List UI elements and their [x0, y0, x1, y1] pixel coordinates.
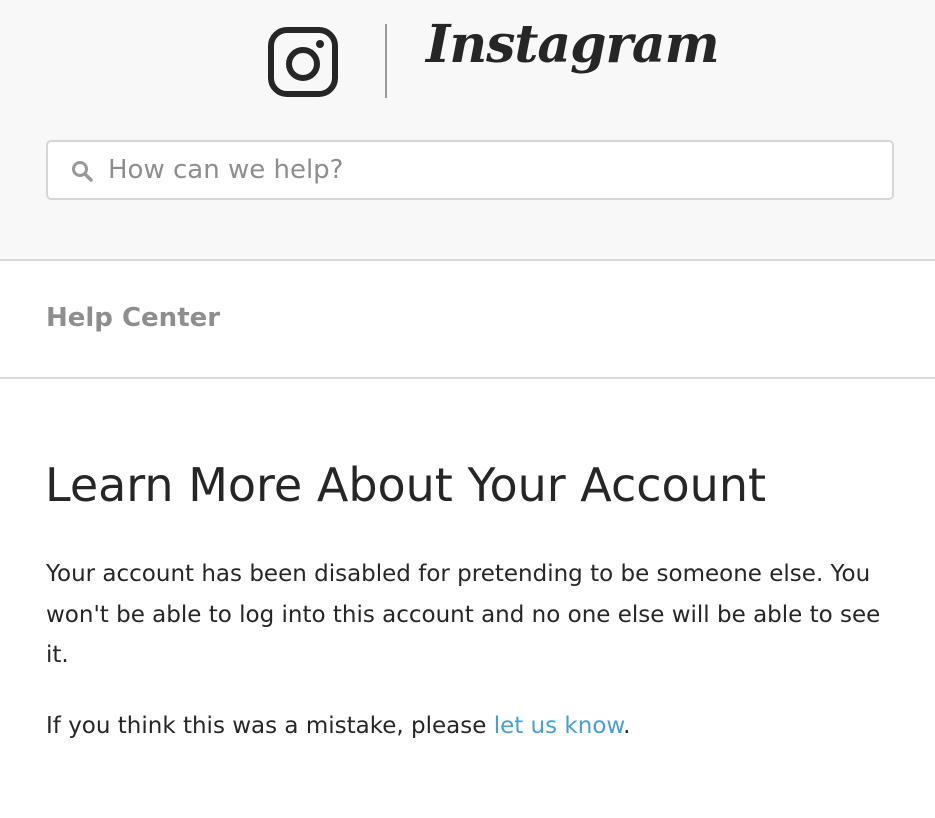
instagram-camera-icon: [268, 27, 338, 97]
mistake-message-prefix: If you think this was a mistake, please: [46, 713, 494, 739]
logo-divider: [385, 24, 387, 98]
page-title: Learn More About Your Account: [45, 458, 767, 512]
mistake-message-suffix: .: [623, 713, 631, 739]
instagram-wordmark: Instagram: [426, 14, 720, 75]
search-input[interactable]: [108, 142, 878, 198]
header: Instagram: [0, 0, 935, 261]
search-icon: [72, 161, 93, 182]
search-box[interactable]: [46, 140, 894, 200]
account-disabled-message: Your account has been disabled for prete…: [46, 561, 881, 668]
mistake-message: If you think this was a mistake, please …: [46, 706, 906, 747]
breadcrumb-help-center[interactable]: Help Center: [46, 303, 220, 333]
let-us-know-link[interactable]: let us know: [494, 713, 623, 739]
breadcrumb-bar: Help Center: [0, 261, 935, 379]
